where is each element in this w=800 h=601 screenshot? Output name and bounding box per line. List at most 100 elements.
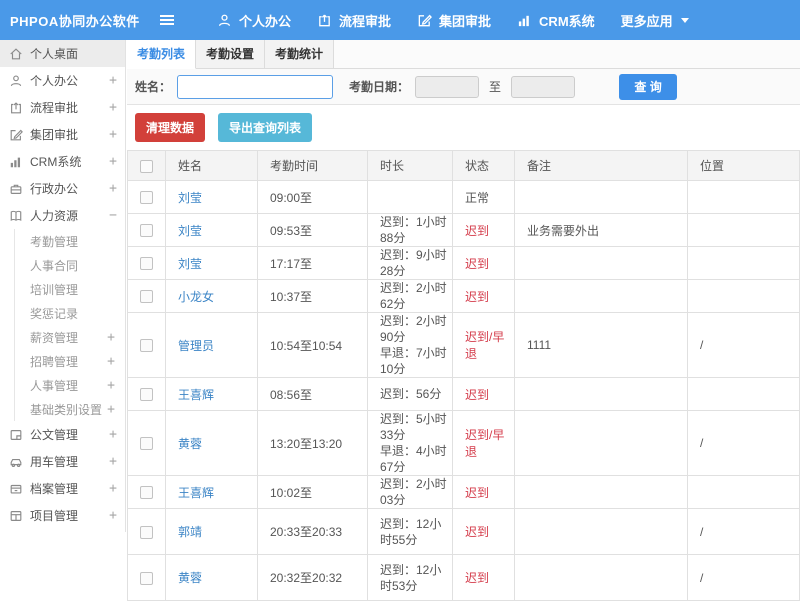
row-checkbox[interactable] [140,526,153,539]
row-checkbox[interactable] [140,290,153,303]
sidebar-item-base-category-settings[interactable]: 基础类别设置 + [15,397,125,421]
sidebar-item-archive-management[interactable]: 档案管理 + [0,475,125,502]
status-badge: 迟到 [465,525,489,539]
location-cell [688,247,800,280]
attendance-time: 10:54至10:54 [258,313,368,378]
status-badge: 迟到 [465,571,489,585]
note-cell: 1111 [515,313,688,378]
employee-name-link[interactable]: 黄蓉 [178,571,202,585]
sidebar: 个人桌面 个人办公 + 流程审批 + 集团审批 + CRM系统 + 行政办公 +… [0,40,126,532]
search-button[interactable]: 查 询 [619,74,677,100]
sidebar-item-recruitment-management[interactable]: 招聘管理 + [15,349,125,373]
duration-cell: 迟到：2小时03分 [368,476,453,509]
employee-name-link[interactable]: 郭靖 [178,525,202,539]
nav-item-more-apps[interactable]: 更多应用 [621,11,690,30]
sidebar-item-crm-system[interactable]: CRM系统 + [0,148,125,175]
tab-attendance-list[interactable]: 考勤列表 [127,40,196,69]
sidebar-item-personal-desktop[interactable]: 个人桌面 [0,40,125,67]
table-row: 王喜辉 10:02至 迟到：2小时03分 迟到 [128,476,800,509]
row-checkbox[interactable] [140,572,153,585]
employee-name-link[interactable]: 管理员 [178,339,214,353]
sidebar-item-training-management[interactable]: 培训管理 [15,277,125,301]
note-cell: 业务需要外出 [515,214,688,247]
book-icon [9,209,23,223]
sidebar-item-project-management[interactable]: 项目管理 + [0,502,125,529]
row-checkbox[interactable] [140,257,153,270]
table-row: 管理员 10:54至10:54 迟到：2小时90分早退：7小时10分 迟到/早退… [128,313,800,378]
table-row: 刘莹 09:00至 正常 [128,181,800,214]
export-list-button[interactable]: 导出查询列表 [218,113,312,142]
employee-name-link[interactable]: 刘莹 [178,224,202,238]
row-checkbox[interactable] [140,191,153,204]
date-from-input[interactable] [415,76,479,98]
sidebar-item-attendance-management[interactable]: 考勤管理 [15,229,125,253]
date-to-input[interactable] [511,76,575,98]
note-cell [515,411,688,476]
sidebar-item-personal-office[interactable]: 个人办公 + [0,67,125,94]
select-all-checkbox[interactable] [140,160,153,173]
row-checkbox[interactable] [140,388,153,401]
employee-name-link[interactable]: 王喜辉 [178,388,214,402]
tab-attendance-statistics[interactable]: 考勤统计 [265,40,334,68]
tab-bar: 考勤列表 考勤设置 考勤统计 [127,40,800,69]
edit-icon [417,13,432,28]
sidebar-item-vehicle-management[interactable]: 用车管理 + [0,448,125,475]
location-cell: / [688,411,800,476]
status-badge: 迟到 [465,290,489,304]
table-row: 刘莹 17:17至 迟到：9小时28分 迟到 [128,247,800,280]
caret-down-icon [680,16,690,24]
nav-item-personal-office[interactable]: 个人办公 [217,11,291,30]
employee-name-link[interactable]: 王喜辉 [178,486,214,500]
note-cell [515,181,688,214]
table-row: 刘莹 09:53至 迟到：1小时88分 迟到 业务需要外出 [128,214,800,247]
hamburger-menu-icon[interactable] [158,12,176,28]
employee-name-link[interactable]: 黄蓉 [178,437,202,451]
employee-name-link[interactable]: 刘莹 [178,191,202,205]
project-icon [9,509,23,523]
sidebar-item-group-approval[interactable]: 集团审批 + [0,121,125,148]
employee-name-link[interactable]: 刘莹 [178,257,202,271]
row-checkbox[interactable] [140,437,153,450]
row-checkbox[interactable] [140,224,153,237]
briefcase-icon [9,182,23,196]
tab-attendance-settings[interactable]: 考勤设置 [196,40,265,68]
sidebar-item-human-resources[interactable]: 人力资源 − [0,202,125,229]
sidebar-item-reward-punishment-records[interactable]: 奖惩记录 [15,301,125,325]
duration-cell: 迟到：2小时90分早退：7小时10分 [368,313,453,378]
row-checkbox[interactable] [140,339,153,352]
note-cell [515,378,688,411]
location-cell [688,214,800,247]
nav-item-crm-system[interactable]: CRM系统 [517,11,595,30]
attendance-time: 10:02至 [258,476,368,509]
status-badge: 迟到/早退 [465,428,504,459]
location-cell [688,476,800,509]
clean-data-button[interactable]: 清理数据 [135,113,205,142]
row-checkbox[interactable] [140,486,153,499]
attendance-time: 13:20至13:20 [258,411,368,476]
nav-item-workflow-approval[interactable]: 流程审批 [317,11,391,30]
user-icon [217,13,232,28]
date-to-label: 至 [489,78,501,95]
attendance-time: 17:17至 [258,247,368,280]
employee-name-link[interactable]: 小龙女 [178,290,214,304]
duration-cell: 迟到：1小时88分 [368,214,453,247]
sidebar-item-hr-contracts[interactable]: 人事合同 [15,253,125,277]
sidebar-item-personnel-management[interactable]: 人事管理 + [15,373,125,397]
duration-cell: 迟到：2小时62分 [368,280,453,313]
edit-icon [9,128,23,142]
status-badge: 迟到 [465,388,489,402]
status-badge: 迟到 [465,257,489,271]
note-cell [515,280,688,313]
sidebar-item-salary-management[interactable]: 薪资管理 + [15,325,125,349]
sidebar-item-document-management[interactable]: 公文管理 + [0,421,125,448]
location-cell [688,280,800,313]
col-header-duration: 时长 [368,151,453,181]
attendance-date-label: 考勤日期： [349,78,409,95]
sidebar-item-workflow-approval[interactable]: 流程审批 + [0,94,125,121]
nav-item-group-approval[interactable]: 集团审批 [417,11,491,30]
sidebar-item-administrative-office[interactable]: 行政办公 + [0,175,125,202]
note-cell [515,247,688,280]
name-input[interactable] [177,75,333,99]
status-badge: 迟到/早退 [465,330,504,361]
car-icon [9,455,23,469]
